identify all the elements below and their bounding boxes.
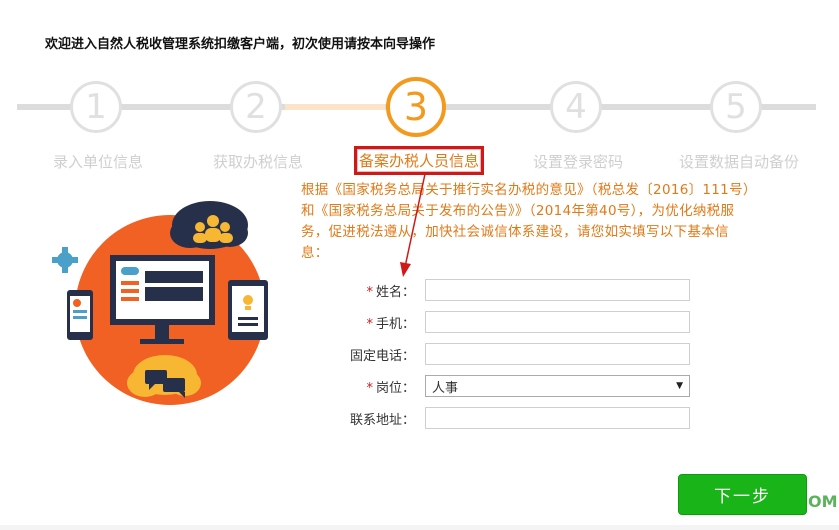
next-button[interactable]: 下一步	[678, 474, 807, 515]
step-5-circle: 5	[710, 81, 762, 133]
required-mark: *	[366, 284, 373, 300]
phone-input[interactable]	[425, 311, 690, 333]
phone-row: * 手机：	[340, 310, 690, 334]
name-label: * 姓名：	[366, 284, 415, 300]
step-2-label: 获取办税信息	[212, 153, 304, 171]
address-label: 联系地址：	[349, 412, 415, 428]
step-3-circle: 3	[386, 77, 446, 137]
landline-label: 固定电话：	[349, 348, 415, 364]
gear-icon	[52, 247, 78, 273]
step-5-label: 设置数据自动备份	[678, 153, 800, 171]
address-row: 联系地址：	[340, 406, 690, 430]
position-label: * 岗位：	[366, 380, 415, 396]
step-4-label: 设置登录密码	[532, 153, 624, 171]
step-4-circle: 4	[550, 81, 602, 133]
step-2-circle: 2	[230, 81, 282, 133]
footer-divider	[0, 525, 839, 530]
landline-row: 固定电话：	[340, 342, 690, 366]
chevron-down-icon[interactable]: ▼	[676, 381, 683, 391]
name-row: * 姓名：	[340, 278, 690, 302]
step-1-label: 录入单位信息	[52, 153, 144, 171]
watermark-text: OM	[808, 492, 838, 511]
position-row: * 岗位： 人事 ▼	[340, 374, 690, 398]
step-track-progress	[285, 104, 385, 110]
wizard-title: 欢迎进入自然人税收管理系统扣缴客户端，初次使用请按本向导操作	[45, 37, 436, 52]
address-input[interactable]	[425, 407, 690, 429]
step-3-label: 备案办税人员信息	[353, 146, 485, 175]
devices-illustration	[52, 201, 268, 405]
landline-input[interactable]	[425, 343, 690, 365]
annotation-arrow	[400, 173, 426, 277]
phone-label: * 手机：	[366, 316, 415, 332]
required-mark: *	[366, 380, 373, 396]
position-value: 人事	[432, 380, 459, 396]
step-1-circle: 1	[70, 81, 122, 133]
name-input[interactable]	[425, 279, 690, 301]
lightbulb-icon	[243, 295, 253, 305]
position-select[interactable]: 人事 ▼	[425, 375, 690, 397]
users-cloud-icon	[170, 201, 248, 249]
instruction-text: 根据《国家税务总局关于推行实名办税的意见》（税总发〔2016〕111号）和《国家…	[301, 182, 750, 261]
required-mark: *	[366, 316, 373, 332]
